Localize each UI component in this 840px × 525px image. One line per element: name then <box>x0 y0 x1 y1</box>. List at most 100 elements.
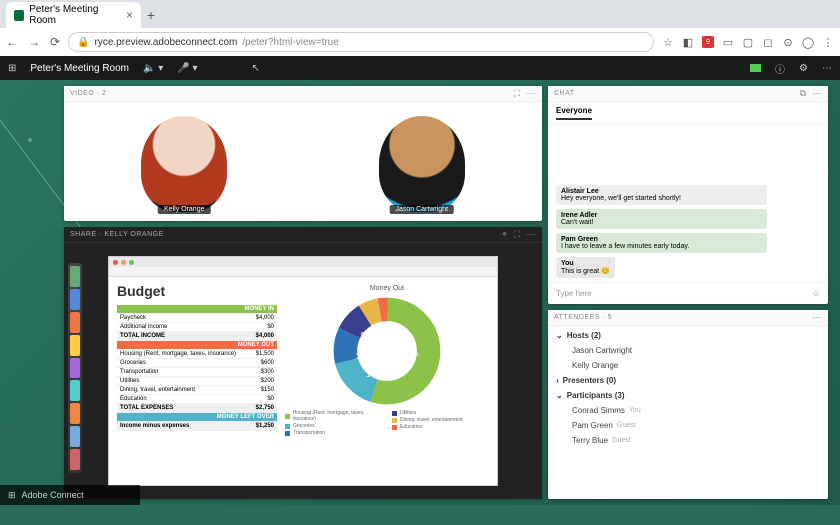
attendee-item[interactable]: Terry Blue Guest <box>548 433 828 448</box>
fullscreen-icon[interactable]: ⛶ <box>514 88 521 99</box>
doc-title: Budget <box>117 283 277 299</box>
chat-pod-header: CHAT ⧉ ⋯ <box>548 86 828 102</box>
chevron-icon: › <box>556 376 559 385</box>
emoji-icon[interactable]: ☺ <box>812 289 820 298</box>
help-icon[interactable]: ⓘ <box>775 61 785 76</box>
chart-legend: Housing (Rent, mortgage, taxes, insuranc… <box>285 410 489 436</box>
browser-tab[interactable]: Peter's Meeting Room × <box>6 2 141 28</box>
attendee-group[interactable]: ⌄ Participants (3) <box>548 388 828 403</box>
attendees-pod-header: ATTENDEES · 5 ⋯ <box>548 310 828 326</box>
url-host: ryce.preview.adobeconnect.com <box>95 37 238 48</box>
budget-table: MONEY IN Paycheck$4,000 Additional incom… <box>117 305 277 431</box>
chat-input[interactable]: Type here ☺ <box>548 282 828 304</box>
back-icon[interactable]: ← <box>6 35 18 49</box>
more-icon[interactable]: ⋯ <box>822 63 832 74</box>
table-row: Groceries$600 <box>117 359 277 368</box>
avatar <box>141 116 227 212</box>
chat-pod-title: CHAT <box>554 90 575 97</box>
pod-menu-icon[interactable]: ⋯ <box>813 312 823 323</box>
attendee-item[interactable]: Conrad Simms You <box>548 403 828 418</box>
share-viewport[interactable]: Budget MONEY IN Paycheck$4,000 Additiona… <box>64 243 542 499</box>
shared-document: Budget MONEY IN Paycheck$4,000 Additiona… <box>108 256 498 486</box>
chat-placeholder: Type here <box>556 289 592 298</box>
attendee-name: Terry Blue <box>572 436 608 445</box>
url-input[interactable]: 🔒 ryce.preview.adobeconnect.com/peter?ht… <box>68 32 654 52</box>
attendee-item[interactable]: Kelly Orange <box>548 358 828 373</box>
ext-6-icon[interactable]: ⊙ <box>782 36 794 48</box>
chat-message: Irene AdlerCan't wait! <box>556 209 767 229</box>
ext-2-icon[interactable]: 9 <box>702 36 714 48</box>
forward-icon[interactable]: → <box>28 35 40 49</box>
attendee-group[interactable]: › Presenters (0) <box>548 373 828 388</box>
favicon-icon <box>14 10 24 21</box>
signal-icon <box>750 64 761 72</box>
svg-text:55%: 55% <box>403 349 419 358</box>
donut-chart: 9% 11% 16% 55% <box>332 296 442 406</box>
tab-bar: Peter's Meeting Room × + <box>0 0 840 28</box>
close-icon[interactable]: × <box>126 8 133 22</box>
video-tile[interactable]: Kelly Orange <box>67 105 302 218</box>
attendee-group[interactable]: ⌄ Hosts (2) <box>548 328 828 343</box>
tab-title: Peter's Meeting Room <box>29 4 121 26</box>
mac-toolbar <box>109 267 497 277</box>
video-pod-title: VIDEO · 2 <box>70 90 106 97</box>
section-header: MONEY LEFT OVER <box>117 413 277 422</box>
attendee-name: Kelly Orange <box>572 361 618 370</box>
ext-5-icon[interactable]: ◻ <box>762 36 774 48</box>
attendee-tag: You <box>629 407 641 414</box>
chevron-icon: ⌄ <box>556 331 563 340</box>
attendee-tag: Guest <box>612 437 631 444</box>
table-row: Transportation$300 <box>117 368 277 377</box>
brand-footer: ⊞ Adobe Connect <box>0 485 140 505</box>
pod-menu-icon[interactable]: ⋯ <box>527 229 537 240</box>
brand-label: Adobe Connect <box>22 490 84 500</box>
popout-icon[interactable]: ⧉ <box>800 88 807 99</box>
table-row: Additional income$0 <box>117 323 277 332</box>
ext-1-icon[interactable]: ◧ <box>682 36 694 48</box>
ext-3-icon[interactable]: ▭ <box>722 36 734 48</box>
menu-icon[interactable]: ⋮ <box>822 36 834 48</box>
cursor-icon: ↖ <box>252 63 260 74</box>
mic-icon[interactable]: 🎤 ▾ <box>177 63 197 74</box>
video-tile[interactable]: Jason Cartwright <box>305 105 540 218</box>
extension-icons: ☆ ◧ 9 ▭ ▢ ◻ ⊙ ◯ ⋮ <box>662 36 834 48</box>
chart-title: Money Out <box>370 285 404 292</box>
video-name-label: Jason Cartwright <box>389 205 454 214</box>
table-row: Dining, travel, entertainment$150 <box>117 386 277 395</box>
mac-dock <box>68 263 82 473</box>
video-name-label: Kelly Orange <box>158 205 210 214</box>
fullscreen-icon[interactable]: ⛶ <box>514 229 521 240</box>
ext-4-icon[interactable]: ▢ <box>742 36 754 48</box>
url-path: /peter?html-view=true <box>242 37 338 48</box>
settings-icon[interactable]: ⚙ <box>799 63 808 74</box>
speaker-icon[interactable]: 🔈 ▾ <box>143 63 163 74</box>
chat-body: Alistair LeeHey everyone, we'll get star… <box>548 125 828 282</box>
attendees-list: ⌄ Hosts (2)Jason Cartwright Kelly Orange ›… <box>548 326 828 499</box>
chat-tab-everyone[interactable]: Everyone <box>556 106 592 120</box>
video-pod: VIDEO · 2 ⛶ ⋯ Kelly Orange Jason Cartwri… <box>64 86 542 221</box>
reload-icon[interactable]: ⟳ <box>50 35 60 49</box>
profile-icon[interactable]: ◯ <box>802 36 814 48</box>
table-row: Education$0 <box>117 395 277 404</box>
attendee-item[interactable]: Jason Cartwright <box>548 343 828 358</box>
table-row: Income minus expenses$1,250 <box>117 422 277 431</box>
pod-menu-icon[interactable]: ⋯ <box>813 88 823 99</box>
chat-pod: CHAT ⧉ ⋯ Everyone Alistair LeeHey everyo… <box>548 86 828 304</box>
pod-menu-icon[interactable]: ⋯ <box>527 88 537 99</box>
chat-message: Alistair LeeHey everyone, we'll get star… <box>556 185 767 205</box>
new-tab-button[interactable]: + <box>141 2 161 28</box>
attendee-item[interactable]: Pam Green Guest <box>548 418 828 433</box>
share-pod-header: SHARE · KELLY ORANGE ⌖ ⛶ ⋯ <box>64 227 542 243</box>
section-header: MONEY OUT <box>117 341 277 350</box>
attendee-name: Pam Green <box>572 421 613 430</box>
table-row: TOTAL EXPENSES$2,750 <box>117 404 277 413</box>
table-row: Paycheck$4,000 <box>117 314 277 323</box>
share-pod-title: SHARE · KELLY ORANGE <box>70 231 164 238</box>
address-bar: ← → ⟳ 🔒 ryce.preview.adobeconnect.com/pe… <box>0 28 840 56</box>
chevron-icon: ⌄ <box>556 391 563 400</box>
svg-text:9%: 9% <box>361 331 372 340</box>
star-icon[interactable]: ☆ <box>662 36 674 48</box>
pointer-icon[interactable]: ⌖ <box>502 229 508 240</box>
attendee-tag: Guest <box>617 422 636 429</box>
brand-icon: ⊞ <box>8 490 16 501</box>
